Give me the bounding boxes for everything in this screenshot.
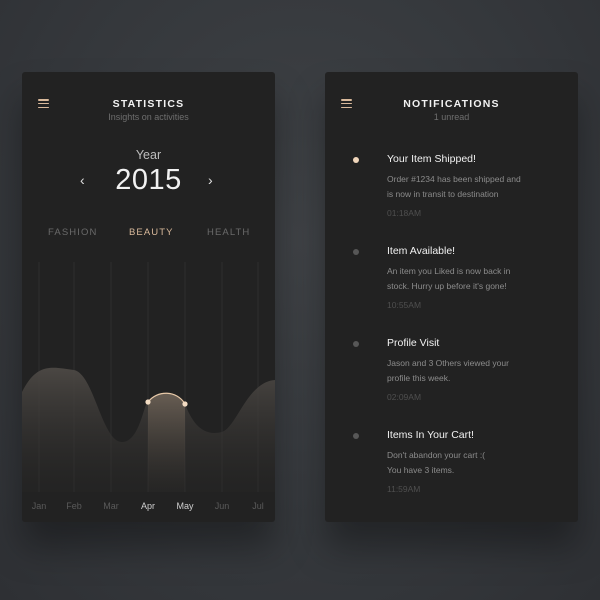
month-label-apr: Apr — [140, 501, 156, 511]
notification-time: 10:55AM — [387, 300, 422, 310]
notification-title: Items In Your Cart! — [387, 429, 474, 441]
chart-point-may[interactable] — [182, 401, 188, 407]
notification-title: Item Available! — [387, 245, 456, 257]
month-label-mar: Mar — [103, 501, 119, 511]
month-label-may: May — [176, 501, 194, 511]
tab-fashion[interactable]: FASHION — [48, 227, 97, 238]
notifications-card: NOTIFICATIONS 1 unread Your Item Shipped… — [325, 72, 578, 522]
notification-time: 02:09AM — [387, 392, 422, 402]
year-value: 2015 — [115, 164, 182, 196]
notifications-title: NOTIFICATIONS — [403, 98, 500, 110]
read-dot-icon — [353, 433, 359, 439]
notification-body: Order #1234 has been shipped and is now … — [387, 174, 521, 199]
notification-time: 01:18AM — [387, 208, 422, 218]
month-label-jan: Jan — [31, 501, 47, 511]
year-label: Year — [135, 148, 162, 162]
unread-dot-icon — [353, 157, 359, 163]
notification-title: Your Item Shipped! — [387, 153, 476, 165]
month-label-jun: Jun — [214, 501, 230, 511]
notification-title: Profile Visit — [387, 337, 440, 349]
chevron-right-icon[interactable]: › — [208, 173, 213, 187]
read-dot-icon — [353, 341, 359, 347]
tab-health[interactable]: HEALTH — [207, 227, 250, 238]
statistics-title: STATISTICS — [112, 98, 185, 110]
chart-point-apr[interactable] — [145, 399, 151, 405]
month-label-feb: Feb — [66, 501, 82, 511]
notification-time: 11:59AM — [387, 484, 421, 494]
read-dot-icon — [353, 249, 359, 255]
notification-body: An item you Liked is now back in stock. … — [387, 266, 511, 291]
notification-body: Jason and 3 Others viewed your profile t… — [387, 358, 509, 383]
statistics-card: STATISTICS Insights on activities Year ‹… — [22, 72, 275, 522]
notifications-subtitle: 1 unread — [433, 112, 470, 122]
statistics-subtitle: Insights on activities — [108, 112, 189, 122]
notification-body: Don't abandon your cart :( You have 3 it… — [387, 450, 486, 475]
month-label-jul: Jul — [252, 501, 264, 511]
beauty-area-chart — [22, 262, 275, 492]
tab-beauty[interactable]: BEAUTY — [129, 227, 174, 238]
